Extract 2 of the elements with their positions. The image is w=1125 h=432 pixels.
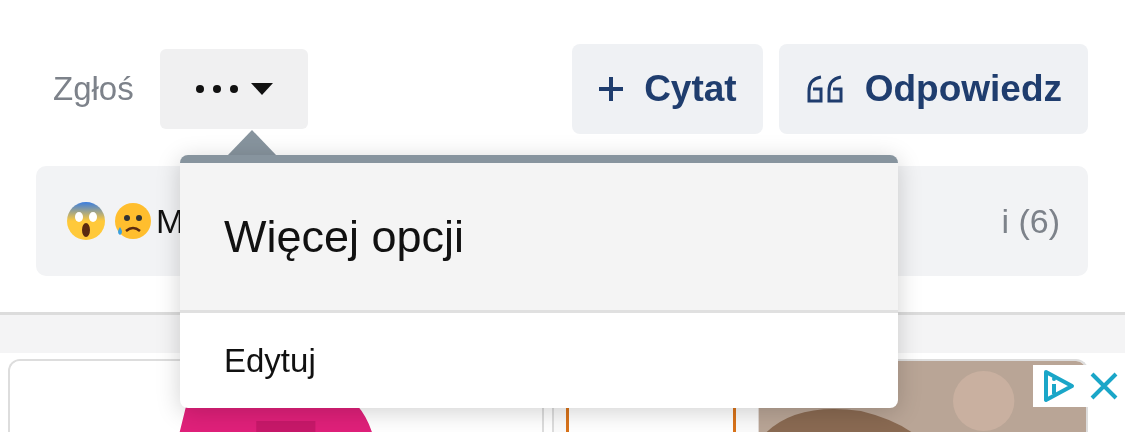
menu-title: Więcej opcji [224,210,465,263]
reaction-count: i (6) [1001,201,1060,241]
